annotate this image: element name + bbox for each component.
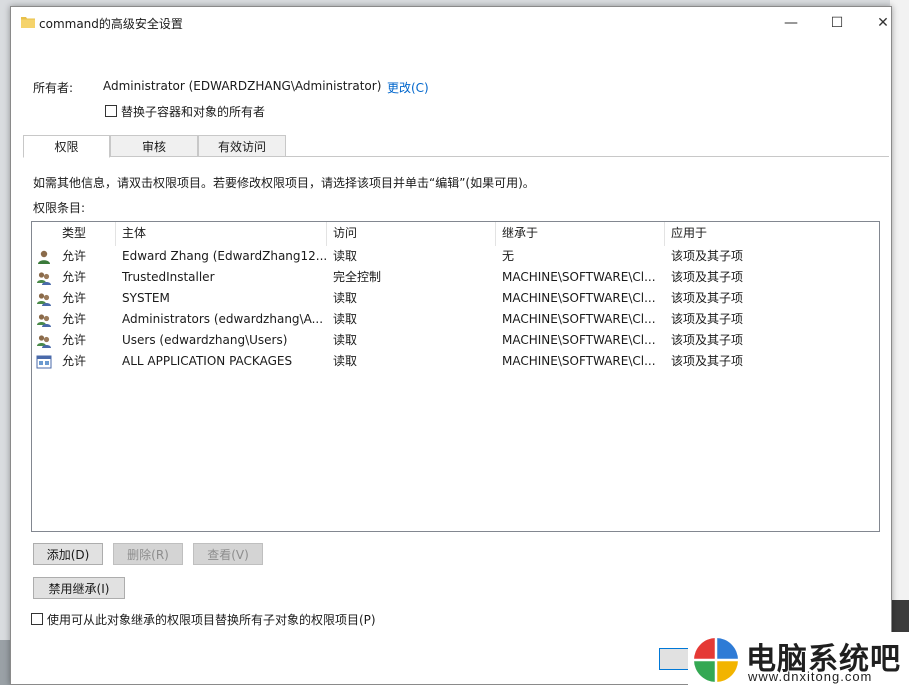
background-desktop (890, 0, 909, 685)
add-button[interactable]: 添加(D) (33, 543, 103, 565)
replace-owner-label[interactable]: 替换子容器和对象的所有者 (121, 103, 265, 120)
row-principal: SYSTEM (122, 291, 170, 305)
owner-label: 所有者: (33, 81, 74, 95)
row-principal: TrustedInstaller (122, 270, 215, 284)
row-type: 允许 (62, 312, 87, 326)
window-title: command的高级安全设置 (39, 17, 183, 31)
view-button[interactable]: 查看(V) (193, 543, 263, 565)
list-header: 类型 主体 访问 继承于 应用于 (32, 222, 879, 246)
row-access: 读取 (333, 354, 358, 368)
close-button[interactable]: ✕ (860, 7, 906, 39)
owner-value: Administrator (EDWARDZHANG\Administrator… (103, 79, 382, 93)
row-principal: Edward Zhang (EdwardZhang12... (122, 249, 327, 263)
tab-auditing[interactable]: 审核 (110, 135, 198, 157)
replace-child-permissions-label[interactable]: 使用可从此对象继承的权限项目替换所有子对象的权限项目(P) (47, 611, 376, 628)
row-inherited-from: MACHINE\SOFTWARE\Cl... (502, 312, 656, 326)
row-access: 读取 (333, 312, 358, 326)
row-applies-to: 该项及其子项 (671, 291, 744, 305)
column-header-inherited-from[interactable]: 继承于 (496, 222, 665, 246)
row-access: 读取 (333, 333, 358, 347)
column-header-applies-to[interactable]: 应用于 (665, 222, 879, 246)
remove-button[interactable]: 删除(R) (113, 543, 183, 565)
column-header-access[interactable]: 访问 (327, 222, 496, 246)
group-icon (37, 335, 51, 348)
row-applies-to: 该项及其子项 (671, 312, 744, 326)
row-inherited-from: MACHINE\SOFTWARE\Cl... (502, 291, 656, 305)
user-icon (38, 250, 50, 264)
change-owner-link[interactable]: 更改(C) (387, 79, 429, 96)
close-icon: ✕ (877, 15, 889, 31)
row-type: 允许 (62, 291, 87, 305)
table-row[interactable]: 允许 Administrators (edwardzhang\A... 读取 M… (32, 309, 879, 330)
disable-inheritance-button[interactable]: 禁用继承(I) (33, 577, 125, 599)
row-applies-to: 该项及其子项 (671, 249, 744, 263)
watermark-url: www.dnxitong.com (748, 669, 873, 684)
permission-entries-label: 权限条目: (33, 201, 86, 215)
row-applies-to: 该项及其子项 (671, 333, 744, 347)
advanced-security-settings-window: command的高级安全设置 — ☐ ✕ 所有者: Administrator … (10, 6, 892, 685)
row-type: 允许 (62, 270, 87, 284)
tab-effective-access[interactable]: 有效访问 (198, 135, 286, 157)
maximize-icon: ☐ (830, 15, 844, 31)
table-row[interactable]: 允许 Users (edwardzhang\Users) 读取 MACHINE\… (32, 330, 879, 351)
minimize-icon: — (784, 15, 798, 31)
column-header-principal[interactable]: 主体 (116, 222, 327, 246)
row-access: 读取 (333, 249, 358, 263)
column-header-type[interactable]: 类型 (56, 222, 116, 246)
row-type: 允许 (62, 333, 87, 347)
group-icon (37, 314, 51, 327)
table-row[interactable]: 允许 TrustedInstaller 完全控制 MACHINE\SOFTWAR… (32, 267, 879, 288)
folder-icon (21, 17, 35, 28)
package-icon (36, 355, 52, 369)
row-access: 读取 (333, 291, 358, 305)
group-icon (37, 293, 51, 306)
watermark: 电脑系统吧 www.dnxitong.com (688, 632, 909, 685)
minimize-button[interactable]: — (768, 7, 814, 39)
row-inherited-from: MACHINE\SOFTWARE\Cl... (502, 333, 656, 347)
row-type: 允许 (62, 249, 87, 263)
group-icon (37, 272, 51, 285)
row-type: 允许 (62, 354, 87, 368)
windows-logo-icon (694, 638, 738, 682)
info-text: 如需其他信息，请双击权限项目。若要修改权限项目，请选择该项目并单击“编辑”(如果… (33, 176, 535, 190)
row-access: 完全控制 (333, 270, 382, 284)
table-row[interactable]: 允许 ALL APPLICATION PACKAGES 读取 MACHINE\S… (32, 351, 879, 372)
replace-child-permissions-checkbox[interactable] (31, 613, 43, 625)
replace-owner-checkbox[interactable] (105, 105, 117, 117)
row-principal: Users (edwardzhang\Users) (122, 333, 288, 347)
maximize-button[interactable]: ☐ (814, 7, 860, 39)
row-principal: ALL APPLICATION PACKAGES (122, 354, 293, 368)
tab-divider (23, 156, 889, 157)
permission-entries-list[interactable]: 类型 主体 访问 继承于 应用于 允许 Edward Zhang (Edward… (31, 221, 880, 532)
title-bar: command的高级安全设置 — ☐ ✕ (11, 7, 891, 39)
row-inherited-from: MACHINE\SOFTWARE\Cl... (502, 354, 656, 368)
row-applies-to: 该项及其子项 (671, 354, 744, 368)
row-inherited-from: 无 (502, 249, 515, 263)
table-row[interactable]: 允许 Edward Zhang (EdwardZhang12... 读取 无 该… (32, 246, 879, 267)
row-principal: Administrators (edwardzhang\A... (122, 312, 324, 326)
tab-permissions[interactable]: 权限 (23, 135, 110, 158)
row-applies-to: 该项及其子项 (671, 270, 744, 284)
table-row[interactable]: 允许 SYSTEM 读取 MACHINE\SOFTWARE\Cl... 该项及其… (32, 288, 879, 309)
row-inherited-from: MACHINE\SOFTWARE\Cl... (502, 270, 656, 284)
